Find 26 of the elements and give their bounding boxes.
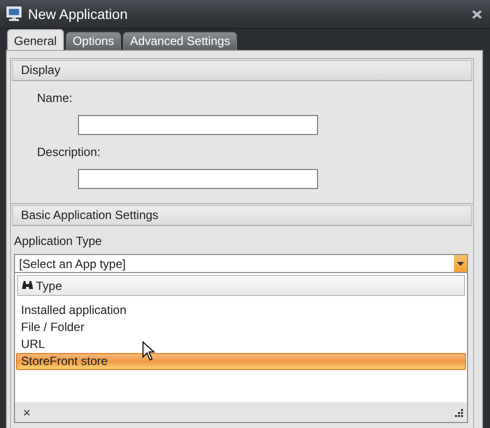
- field-label: Name:: [37, 91, 74, 105]
- window-title: New Application: [28, 6, 129, 22]
- field-label: Application Type: [14, 234, 103, 248]
- dropdown[interactable]: [Select an App type]: [14, 254, 468, 273]
- tab[interactable]: General: [7, 29, 64, 50]
- list-item[interactable]: File / Folder: [16, 319, 466, 336]
- dropdown-value: [Select an App type]: [19, 256, 127, 270]
- text-field[interactable]: [78, 115, 318, 135]
- monitor-icon: [6, 6, 22, 22]
- list-item[interactable]: StoreFront store: [16, 353, 466, 370]
- tab[interactable]: Advanced Settings: [123, 32, 238, 50]
- tab[interactable]: Options: [66, 32, 122, 50]
- close-icon[interactable]: [472, 10, 482, 18]
- binoculars-icon: [22, 281, 33, 290]
- resize-grip-icon[interactable]: [454, 408, 463, 416]
- list-item[interactable]: Installed application: [16, 302, 466, 319]
- mouse-cursor-icon: [142, 341, 155, 361]
- clear-button[interactable]: ×: [23, 404, 31, 420]
- list-item[interactable]: URL: [16, 336, 466, 353]
- section-header: Basic Application Settings: [12, 205, 472, 226]
- section-header: Display: [12, 60, 472, 81]
- dropdown-button[interactable]: [454, 255, 467, 272]
- caret-icon: [457, 262, 464, 266]
- field-label: Description:: [37, 145, 102, 159]
- column-title: Type: [36, 278, 62, 292]
- text-field[interactable]: [78, 169, 318, 189]
